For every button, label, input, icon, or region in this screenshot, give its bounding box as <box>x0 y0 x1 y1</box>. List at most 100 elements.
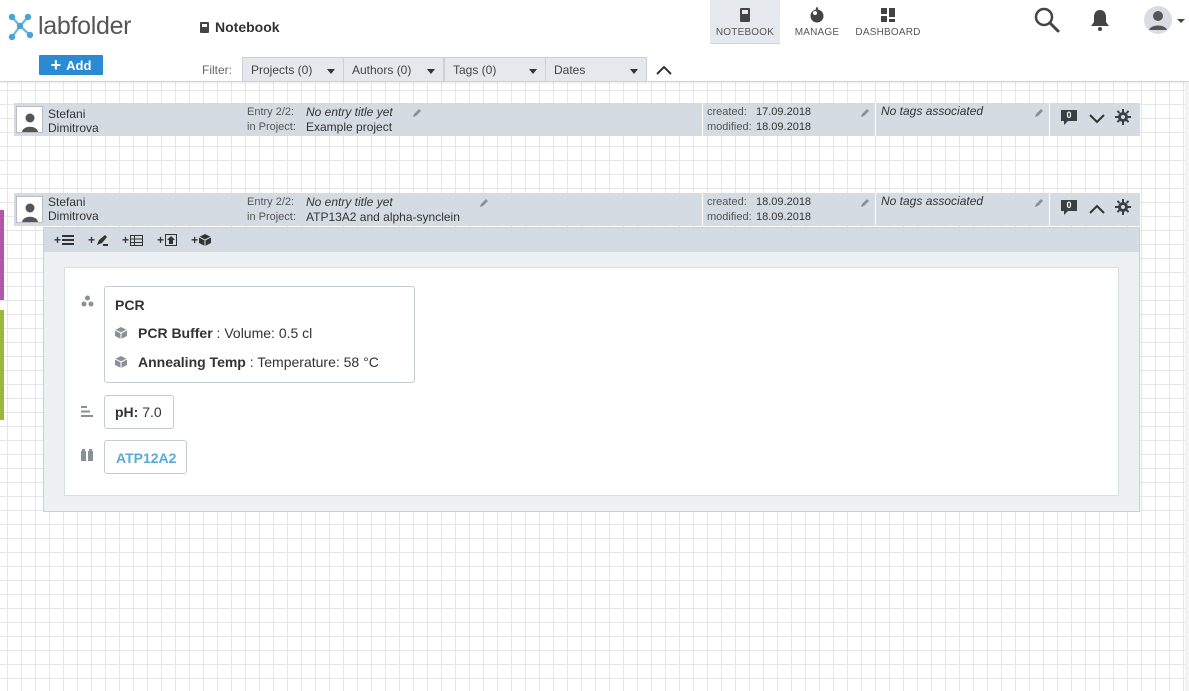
data-item-annealing-temp: Annealing Temp : Temperature: 58 °C <box>138 354 379 370</box>
entry-title[interactable]: No entry title yet <box>306 195 393 210</box>
sketch-icon <box>97 235 109 246</box>
author-first-name: Stefani <box>48 107 86 121</box>
ph-value-box[interactable]: pH: 7.0 <box>104 395 174 429</box>
scrollbar[interactable] <box>1185 83 1189 691</box>
comments-icon[interactable]: 0 <box>1060 199 1078 217</box>
divider <box>702 193 703 226</box>
linked-item-box[interactable]: ATP12A2 <box>104 440 187 474</box>
comments-count: 0 <box>1066 200 1072 210</box>
filter-tags-dropdown[interactable]: Tags (0) <box>444 57 546 82</box>
add-upload-block-button[interactable]: + <box>157 233 178 247</box>
divider <box>875 103 876 136</box>
ph-item: pH: 7.0 <box>115 404 162 420</box>
text-lines-icon <box>62 235 75 245</box>
ph-value: 7.0 <box>138 404 162 420</box>
data-group-icon <box>81 295 94 310</box>
filter-projects-dropdown[interactable]: Projects (0) <box>242 57 344 82</box>
search-icon[interactable] <box>1033 6 1061 37</box>
filter-dates-dropdown[interactable]: Dates <box>545 57 647 82</box>
caret-down-icon <box>529 69 537 74</box>
dashboard-icon <box>880 7 896 23</box>
project-name[interactable]: Example project <box>306 120 392 135</box>
plus-icon: + <box>122 233 130 247</box>
filter-authors-label: Authors (0) <box>352 63 412 77</box>
plus-icon: + <box>50 55 62 75</box>
notebook-small-icon <box>200 21 209 33</box>
add-sketch-block-button[interactable]: + <box>88 233 109 247</box>
entry-title[interactable]: No entry title yet <box>306 105 393 120</box>
edit-tags-pencil-icon[interactable] <box>1034 197 1044 211</box>
data-item-name: PCR Buffer <box>138 325 213 341</box>
project-label: in Project: <box>247 211 296 223</box>
data-item-pcr-buffer: PCR Buffer : Volume: 0.5 cl <box>138 325 312 341</box>
notebook-icon <box>737 7 753 23</box>
add-data-block-button[interactable]: + <box>191 233 212 247</box>
logo[interactable]: labfolder <box>6 9 132 43</box>
tags-text[interactable]: No tags associated <box>881 104 983 119</box>
project-name[interactable]: ATP13A2 and alpha-synclein <box>306 210 460 225</box>
filter-dates-label: Dates <box>554 63 586 77</box>
add-table-block-button[interactable]: + <box>122 233 144 247</box>
author-last-name: Dimitrova <box>48 121 99 135</box>
tags-text[interactable]: No tags associated <box>881 194 983 209</box>
cube-icon <box>114 355 128 371</box>
comments-icon[interactable]: 0 <box>1060 109 1078 127</box>
expand-entry-chevron-down-icon[interactable] <box>1089 113 1105 127</box>
add-text-block-button[interactable]: + <box>54 233 75 247</box>
nav-dashboard-label: DASHBOARD <box>855 27 921 38</box>
author-avatar <box>16 196 43 223</box>
logo-text: labfolder <box>38 11 132 40</box>
entry-body: + + + + + PCR PCR Buffer: Volume: 0.5 c… <box>43 227 1140 512</box>
divider <box>875 193 876 226</box>
entry-settings-gear-icon[interactable] <box>1115 199 1131 218</box>
entry-header: Stefani Dimitrova Entry 2/2: No entry ti… <box>14 103 1140 136</box>
ph-label: pH: <box>115 404 139 420</box>
edit-date-pencil-icon[interactable] <box>860 197 870 211</box>
created-label: created: <box>707 106 747 118</box>
linked-item-link[interactable]: ATP12A2 <box>116 450 176 466</box>
caret-down-icon <box>427 69 435 74</box>
nav-dashboard[interactable]: DASHBOARD <box>852 0 924 44</box>
side-tab-purple[interactable] <box>0 210 4 300</box>
data-group-box[interactable]: PCR PCR Buffer : Volume: 0.5 cl Annealin… <box>104 286 415 383</box>
nav-notebook[interactable]: NOTEBOOK <box>710 0 780 44</box>
created-date: 17.09.2018 <box>756 106 812 118</box>
edit-title-pencil-icon[interactable] <box>479 197 489 211</box>
edit-title-pencil-icon[interactable] <box>412 107 422 121</box>
manage-icon <box>809 7 825 23</box>
entry-settings-gear-icon[interactable] <box>1115 109 1131 128</box>
plus-icon: + <box>88 233 96 247</box>
divider <box>1049 103 1050 136</box>
labfolder-logo-icon <box>8 13 34 41</box>
text-lines-icon <box>81 406 93 420</box>
author-first-name: Stefani <box>48 195 86 209</box>
edit-tags-pencil-icon[interactable] <box>1034 107 1044 121</box>
add-button[interactable]: + Add <box>39 55 103 75</box>
author-last-name: Dimitrova <box>48 209 99 223</box>
plus-icon: + <box>157 233 165 247</box>
top-bar: labfolder Notebook NOTEBOOK MANAGE DASHB… <box>0 0 1189 82</box>
linked-items-icon <box>81 449 94 464</box>
modified-date: 18.09.2018 <box>756 121 812 133</box>
data-item-value: : Volume: 0.5 cl <box>212 325 313 341</box>
author-avatar <box>16 106 43 133</box>
data-group-title: PCR <box>115 297 145 313</box>
cube-icon <box>114 326 128 342</box>
user-avatar-menu[interactable] <box>1143 5 1185 38</box>
author-name: Stefani Dimitrova <box>48 107 99 135</box>
entry-number-label: Entry 2/2: <box>247 196 295 208</box>
entry-number-label: Entry 2/2: <box>247 106 295 118</box>
modified-date: 18.09.2018 <box>756 211 812 223</box>
filter-authors-dropdown[interactable]: Authors (0) <box>343 57 444 82</box>
plus-icon: + <box>54 233 62 247</box>
notification-bell-icon[interactable] <box>1088 8 1112 35</box>
filter-projects-label: Projects (0) <box>251 63 313 77</box>
collapse-entry-chevron-up-icon[interactable] <box>1089 203 1105 217</box>
caret-down-icon <box>630 69 638 74</box>
modified-label: modified: <box>707 211 752 223</box>
add-button-label: Add <box>66 57 92 73</box>
collapse-filter-icon[interactable] <box>656 64 672 78</box>
edit-date-pencil-icon[interactable] <box>860 107 870 121</box>
nav-manage[interactable]: MANAGE <box>788 0 846 44</box>
side-tab-green[interactable] <box>0 310 4 420</box>
